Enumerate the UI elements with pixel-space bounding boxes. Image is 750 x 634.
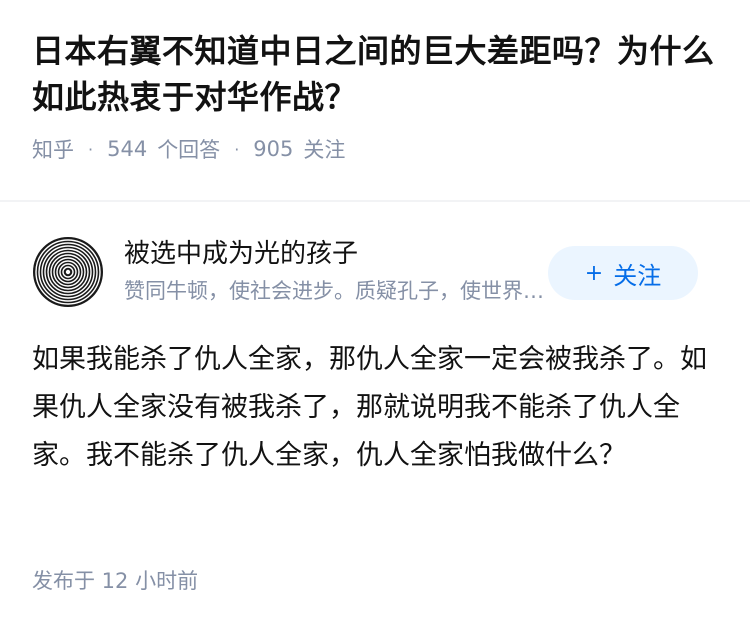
plus-icon: + — [584, 260, 604, 286]
follow-button[interactable]: + 关注 — [548, 246, 698, 300]
avatar[interactable] — [32, 236, 104, 308]
author-name[interactable]: 被选中成为光的孩子 — [124, 236, 358, 272]
follow-button-label: 关注 — [613, 261, 662, 290]
author-bio: 赞同牛顿，使社会进步。质疑孔子，使世界和平。 — [124, 279, 544, 303]
separator-dot: · — [88, 139, 94, 159]
question-meta: 知乎 · 544 个回答 · 905 关注 — [32, 134, 722, 164]
concentric-circles-avatar-icon — [32, 236, 104, 308]
answer-content[interactable]: 如果我能杀了仇人全家，那仇人全家一定会被我杀了。如果仇人全家没有被我杀了，那就说… — [32, 336, 712, 480]
answer-count-label: 个回答 — [157, 138, 221, 162]
follower-count-label: 关注 — [303, 138, 346, 162]
answer-count: 544 — [107, 137, 148, 161]
question-title[interactable]: 日本右翼不知道中日之间的巨大差距吗？为什么如此热衷于对华作战？ — [32, 28, 722, 120]
answer-publish-time: 发布于 12 小时前 — [32, 569, 199, 593]
question-header: 日本右翼不知道中日之间的巨大差距吗？为什么如此热衷于对华作战？ 知乎 · 544… — [32, 28, 722, 164]
section-divider — [0, 200, 750, 202]
follower-count: 905 — [253, 137, 294, 161]
separator-dot: · — [234, 139, 240, 159]
author-card: 被选中成为光的孩子 赞同牛顿，使社会进步。质疑孔子，使世界和平。 + 关注 — [32, 236, 718, 308]
source-label[interactable]: 知乎 — [32, 134, 74, 164]
